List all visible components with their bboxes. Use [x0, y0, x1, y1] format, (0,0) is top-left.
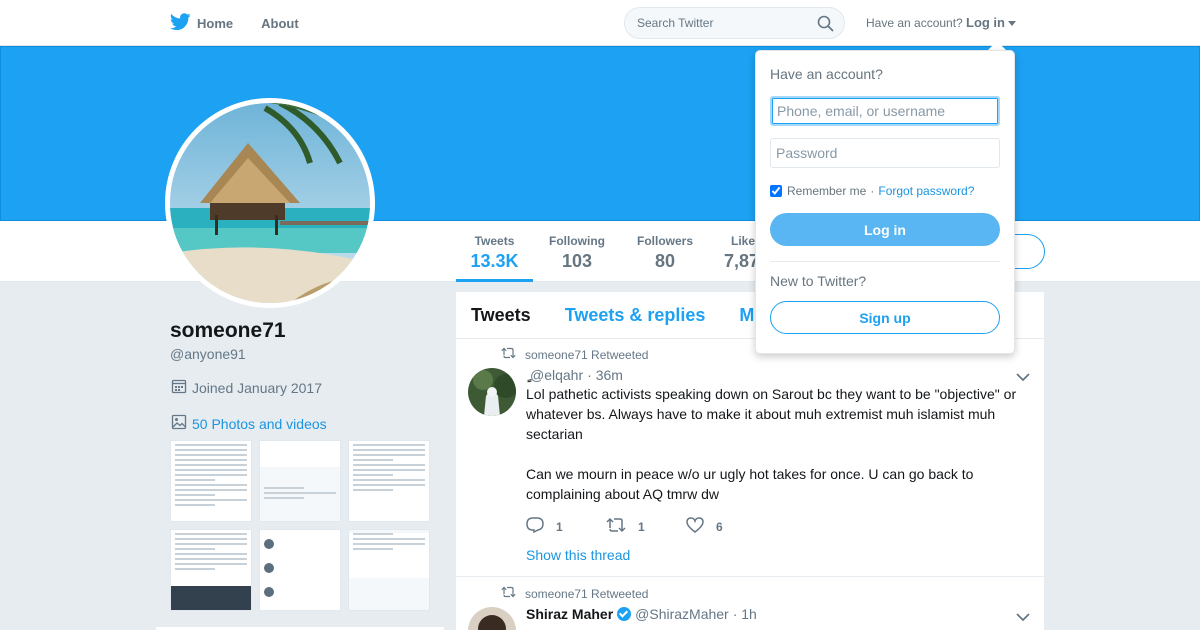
calendar-icon: [171, 378, 192, 397]
photos-link-label: 50 Photos and videos: [192, 415, 327, 432]
retweet-icon: [501, 586, 525, 601]
photo-grid: [170, 440, 432, 611]
photos-videos-link[interactable]: 50 Photos and videos: [171, 414, 327, 433]
tweet-text-continued: Can we mourn in peace w/o ur ugly hot ta…: [526, 466, 974, 502]
tab-tweets-replies[interactable]: Tweets & replies: [565, 305, 706, 326]
search-icon[interactable]: [817, 15, 834, 37]
reply-icon: [526, 517, 556, 536]
stat-following-label: Following: [549, 234, 605, 248]
remember-me-checkbox[interactable]: [770, 185, 782, 197]
dropdown-divider: [770, 261, 1000, 262]
photo-thumbnail[interactable]: [170, 440, 252, 522]
twitter-bird-icon: [169, 12, 197, 34]
photo-icon: [171, 414, 192, 433]
tweet-text: Lol pathetic activists speaking down on …: [526, 386, 1017, 442]
photo-thumbnail[interactable]: [348, 529, 430, 611]
nav-about[interactable]: About: [261, 16, 299, 31]
tweet[interactable]: someone71 Retweeted Shiraz Maher @Shiraz…: [456, 577, 1044, 630]
chevron-down-icon[interactable]: [1016, 609, 1030, 627]
stat-followers-value: 80: [654, 251, 676, 271]
username-field[interactable]: [770, 96, 1000, 126]
show-thread-link[interactable]: Show this thread: [526, 547, 630, 563]
stat-followers[interactable]: Followers 80: [628, 221, 702, 282]
profile-name[interactable]: someone71: [170, 319, 286, 343]
separator-dot: ·: [870, 184, 875, 198]
photo-thumbnail[interactable]: [170, 529, 252, 611]
retweet-context: someone71 Retweeted: [501, 586, 648, 601]
retweet-context-text: someone71 Retweeted: [525, 347, 649, 362]
retweet-icon: [501, 347, 525, 362]
password-field[interactable]: [770, 138, 1000, 168]
top-navigation: Home About Have an account? Log in: [0, 0, 1200, 46]
stat-tweets-value: 13.3K: [470, 251, 519, 271]
tweet-header: Shiraz Maher @ShirazMaher · 1h: [526, 606, 757, 622]
login-dropdown-toggle[interactable]: Log in: [966, 15, 1016, 30]
tweet-header: ٍ @elqahr · 36m: [526, 366, 623, 383]
dropdown-arrow: [988, 41, 1006, 50]
tab-media[interactable]: M: [739, 305, 754, 326]
remember-me-label[interactable]: Remember me: [787, 184, 866, 198]
login-button[interactable]: Log in: [770, 213, 1000, 246]
search-box[interactable]: [624, 7, 845, 39]
photo-thumbnail[interactable]: [259, 440, 341, 522]
retweet-action[interactable]: 1: [606, 517, 686, 536]
tweet-author-name[interactable]: Shiraz Maher: [526, 606, 613, 622]
tweet-author-handle[interactable]: @elqahr: [530, 367, 583, 383]
tweet-author-handle[interactable]: @ShirazMaher: [635, 606, 729, 622]
login-dropdown: Have an account? Remember me · Forgot pa…: [755, 50, 1015, 354]
stat-following[interactable]: Following 103: [540, 221, 614, 282]
login-link-label: Log in: [966, 15, 1005, 30]
stat-tweets[interactable]: Tweets 13.3K: [456, 221, 533, 282]
nav-home-label: Home: [197, 15, 234, 31]
joined-date: Joined January 2017: [171, 378, 322, 397]
tweet-time[interactable]: · 1h: [733, 606, 757, 622]
new-to-twitter-text: New to Twitter?: [770, 273, 867, 289]
retweet-icon: [606, 517, 638, 536]
like-action[interactable]: 6: [686, 517, 766, 536]
photo-thumbnail[interactable]: [348, 440, 430, 522]
tweet[interactable]: someone71 Retweeted ٍ @elqahr · 36m Lol …: [456, 339, 1044, 577]
login-dropdown-heading: Have an account?: [770, 66, 883, 82]
search-input[interactable]: [637, 8, 807, 38]
profile-handle: @anyone91: [170, 346, 246, 362]
nav-left: Home About: [169, 0, 327, 46]
avatar-image: [170, 103, 370, 303]
forgot-password-link[interactable]: Forgot password?: [878, 184, 974, 198]
retweet-context-text: someone71 Retweeted: [525, 586, 649, 601]
tab-tweets[interactable]: Tweets: [471, 305, 531, 326]
nav-about-label: About: [261, 15, 299, 31]
caret-down-icon: [1008, 20, 1016, 26]
retweet-count: 1: [638, 519, 645, 534]
tweet-avatar[interactable]: [468, 607, 516, 630]
retweet-context: someone71 Retweeted: [501, 347, 648, 362]
tweet-time[interactable]: · 36m: [587, 367, 623, 383]
stat-followers-label: Followers: [636, 234, 693, 248]
profile-avatar[interactable]: [165, 98, 375, 308]
have-account-text: Have an account?: [866, 16, 963, 30]
tweet-actions: 1 1 6: [526, 517, 766, 536]
photo-thumbnail[interactable]: [259, 529, 341, 611]
reply-action[interactable]: 1: [526, 517, 606, 536]
like-icon: [686, 517, 716, 536]
verified-icon: [617, 607, 632, 621]
like-count: 6: [716, 519, 723, 534]
signup-button[interactable]: Sign up: [770, 301, 1000, 334]
nav-home[interactable]: Home: [169, 12, 234, 34]
remember-row: Remember me · Forgot password?: [770, 184, 974, 198]
tweet-avatar[interactable]: [468, 368, 516, 416]
reply-count: 1: [556, 519, 563, 534]
stat-tweets-label: Tweets: [474, 234, 515, 248]
stat-following-value: 103: [561, 251, 593, 271]
joined-text: Joined January 2017: [192, 379, 322, 396]
